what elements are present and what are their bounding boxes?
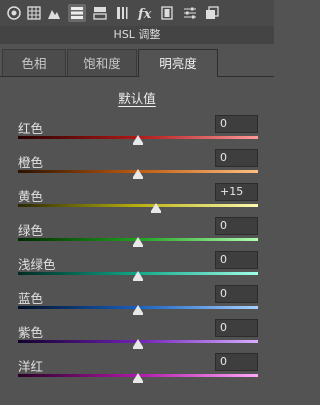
slider-value-green[interactable]: 0 bbox=[215, 217, 258, 235]
slider-value-magenta[interactable]: 0 bbox=[215, 353, 258, 371]
slider-thumb-magenta[interactable] bbox=[133, 373, 143, 383]
camera-aperture-icon[interactable] bbox=[5, 4, 23, 22]
slider-row-magenta: 洋红 0 bbox=[0, 353, 274, 387]
svg-text:fx: fx bbox=[137, 7, 152, 20]
tab-saturation[interactable]: 饱和度 bbox=[67, 49, 137, 76]
split-toning-icon[interactable] bbox=[91, 4, 109, 22]
slider-thumb-blue[interactable] bbox=[133, 305, 143, 315]
slider-value-red[interactable]: 0 bbox=[215, 115, 258, 133]
slider-label-purple: 紫色 bbox=[18, 325, 44, 340]
panel-toolbar: fx bbox=[0, 0, 274, 27]
tab-luminance[interactable]: 明亮度 bbox=[138, 49, 218, 77]
tab-hue[interactable]: 色相 bbox=[2, 49, 66, 76]
presets-icon[interactable] bbox=[203, 4, 221, 22]
slider-label-orange: 橙色 bbox=[18, 155, 44, 170]
sliders-icon[interactable] bbox=[181, 4, 199, 22]
slider-label-blue: 蓝色 bbox=[18, 291, 44, 306]
slider-row-blue: 蓝色 0 bbox=[0, 285, 274, 319]
slider-row-aqua: 浅绿色 0 bbox=[0, 251, 274, 285]
slider-track-yellow[interactable] bbox=[18, 204, 258, 207]
slider-value-purple[interactable]: 0 bbox=[215, 319, 258, 337]
slider-label-magenta: 洋红 bbox=[18, 359, 44, 374]
detail-icon[interactable] bbox=[113, 4, 131, 22]
slider-thumb-red[interactable] bbox=[133, 135, 143, 145]
slider-thumb-green[interactable] bbox=[133, 237, 143, 247]
slider-row-green: 绿色 0 bbox=[0, 217, 274, 251]
panel-title: HSL 调整 bbox=[0, 26, 274, 44]
slider-label-red: 红色 bbox=[18, 121, 44, 136]
slider-value-orange[interactable]: 0 bbox=[215, 149, 258, 167]
slider-thumb-yellow[interactable] bbox=[151, 203, 161, 213]
slider-thumb-purple[interactable] bbox=[133, 339, 143, 349]
mountain-icon[interactable] bbox=[45, 4, 63, 22]
slider-row-purple: 紫色 0 bbox=[0, 319, 274, 353]
slider-value-yellow[interactable]: +15 bbox=[215, 183, 258, 201]
tab-bar: 色相 饱和度 明亮度 bbox=[0, 46, 274, 77]
film-strip-icon[interactable] bbox=[158, 4, 176, 22]
slider-row-red: 红色 0 bbox=[0, 115, 274, 149]
slider-label-green: 绿色 bbox=[18, 223, 44, 238]
slider-thumb-orange[interactable] bbox=[133, 169, 143, 179]
slider-row-orange: 橙色 0 bbox=[0, 149, 274, 183]
slider-value-aqua[interactable]: 0 bbox=[215, 251, 258, 269]
slider-label-yellow: 黄色 bbox=[18, 189, 44, 204]
slider-thumb-aqua[interactable] bbox=[133, 271, 143, 281]
fx-icon[interactable]: fx bbox=[136, 4, 154, 22]
defaults-link[interactable]: 默认值 bbox=[0, 88, 274, 107]
slider-value-blue[interactable]: 0 bbox=[215, 285, 258, 303]
slider-row-yellow: 黄色 +15 bbox=[0, 183, 274, 217]
hsl-icon[interactable] bbox=[68, 4, 86, 22]
grid-icon[interactable] bbox=[25, 4, 43, 22]
slider-label-aqua: 浅绿色 bbox=[18, 257, 56, 272]
